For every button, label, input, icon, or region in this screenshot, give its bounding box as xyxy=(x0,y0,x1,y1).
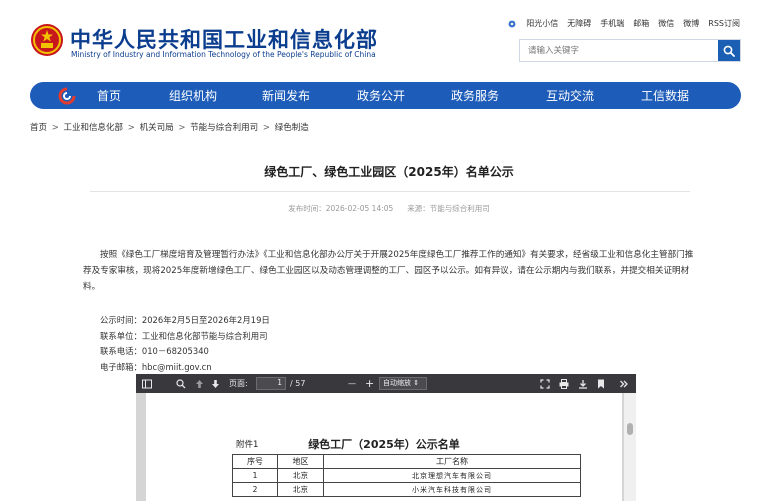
title-divider xyxy=(90,191,690,192)
tools-button[interactable] xyxy=(619,377,629,390)
breadcrumb-ministry[interactable]: 工业和信息化部 xyxy=(64,123,124,133)
cell-region: 北京 xyxy=(277,482,324,497)
contact-email: 电子邮箱：hbc@miit.gov.cn xyxy=(100,361,212,372)
download-icon xyxy=(579,379,587,389)
header-factory-name: 工厂名称 xyxy=(323,454,581,469)
toplink-wechat[interactable]: 微信 xyxy=(658,18,674,29)
breadcrumb-home[interactable]: 首页 xyxy=(30,123,47,133)
search-icon xyxy=(723,45,735,57)
pdf-scrollbar[interactable] xyxy=(624,393,636,501)
factory-table: 序号 地区 工厂名称 1 北京 北京理想汽车有限公司 2 北京 小米汽车科技有限… xyxy=(232,454,581,497)
page-total: / 57 xyxy=(290,379,306,388)
top-links: 阳光小信 无障碍 手机端 邮箱 微信 微博 RSS订阅 xyxy=(507,18,740,29)
header-region: 地区 xyxy=(277,454,324,469)
print-icon xyxy=(559,378,569,389)
breadcrumb: 首页 > 工业和信息化部 > 机关司局 > 节能与综合利用司 > 绿色制造 xyxy=(30,123,309,133)
cell-factory-name: 小米汽车科技有限公司 xyxy=(323,482,581,497)
contact-info: 公示时间：2026年2月5日至2026年2月19日 联系单位：工业和信息化部节能… xyxy=(100,313,270,375)
zoom-select[interactable]: 自动缩放 ⇕ xyxy=(379,377,427,390)
site-title-english: Ministry of Industry and Information Tec… xyxy=(71,50,376,59)
toplink-rss[interactable]: RSS订阅 xyxy=(708,18,740,29)
table-row: 1 北京 北京理想汽车有限公司 xyxy=(232,468,581,483)
page-number-input[interactable]: 1 xyxy=(256,377,286,390)
site-header: 中华人民共和国工业和信息化部 Ministry of Industry and … xyxy=(0,0,778,80)
main-nav: 首页 组织机构 新闻发布 政务公开 政务服务 互动交流 工信数据 xyxy=(30,82,741,109)
bookmark-icon xyxy=(598,379,604,388)
print-button[interactable] xyxy=(559,377,569,390)
article-meta: 发布时间：2026-02-05 14:05 来源：节能与综合利用司 xyxy=(0,203,778,214)
nav-government-affairs[interactable]: 政务公开 xyxy=(357,87,405,104)
document-title: 绿色工厂（2025年）公示名单 xyxy=(308,438,460,451)
table-header-row: 序号 地区 工厂名称 xyxy=(232,454,581,469)
toplink-sunshine[interactable]: 阳光小信 xyxy=(526,18,558,29)
nav-organization[interactable]: 组织机构 xyxy=(169,87,217,104)
contact-unit: 联系单位：工业和信息化部节能与综合利用司 xyxy=(100,330,268,341)
double-chevron-right-icon xyxy=(620,380,628,387)
page-label: 页面: xyxy=(229,379,248,388)
header-index: 序号 xyxy=(232,454,278,469)
fullscreen-icon xyxy=(540,378,550,389)
toplink-weibo[interactable]: 微博 xyxy=(683,18,699,29)
nav-interaction[interactable]: 互动交流 xyxy=(546,87,594,104)
search-button[interactable] xyxy=(718,40,740,61)
article-source: 来源：节能与综合利用司 xyxy=(407,204,490,213)
cell-index: 1 xyxy=(232,468,278,483)
nav-news[interactable]: 新闻发布 xyxy=(262,87,310,104)
national-emblem-icon xyxy=(31,24,63,56)
breadcrumb-energy-dept[interactable]: 节能与综合利用司 xyxy=(190,123,258,133)
cell-region: 北京 xyxy=(277,468,324,483)
sidebar-toggle-button[interactable] xyxy=(142,377,152,390)
next-page-button[interactable] xyxy=(211,377,220,390)
arrow-down-icon xyxy=(212,379,219,388)
breadcrumb-green-manufacturing[interactable]: 绿色制造 xyxy=(275,123,309,133)
pdf-toolbar: 页面: 1 / 57 — + 自动缩放 ⇕ xyxy=(136,374,636,393)
find-button[interactable] xyxy=(176,377,186,390)
notice-period: 公示时间：2026年2月5日至2026年2月19日 xyxy=(100,315,270,325)
download-button[interactable] xyxy=(578,377,588,390)
contact-phone: 联系电话：010－68205340 xyxy=(100,346,209,356)
zoom-out-button[interactable]: — xyxy=(348,377,356,390)
breadcrumb-departments[interactable]: 机关司局 xyxy=(140,123,174,133)
scrollbar-thumb[interactable] xyxy=(627,423,633,435)
search-icon xyxy=(176,378,186,388)
search-input[interactable] xyxy=(520,40,718,61)
toplink-accessibility[interactable]: 无障碍 xyxy=(567,18,591,29)
cell-index: 2 xyxy=(232,482,278,497)
toplink-mobile[interactable]: 手机端 xyxy=(600,18,624,29)
nav-data[interactable]: 工信数据 xyxy=(641,87,689,104)
zoom-in-button[interactable]: + xyxy=(365,377,374,390)
nav-government-services[interactable]: 政务服务 xyxy=(451,87,499,104)
nav-home[interactable]: 首页 xyxy=(97,87,121,104)
pdf-page: 附件1 绿色工厂（2025年）公示名单 序号 地区 工厂名称 1 北京 北京理想… xyxy=(146,393,622,501)
miit-logo-icon xyxy=(58,87,76,105)
toplink-mail[interactable]: 邮箱 xyxy=(633,18,649,29)
article-body: 按照《绿色工厂梯度培育及管理暂行办法》《工业和信息化部办公厅关于开展2025年度… xyxy=(83,250,694,292)
article-title: 绿色工厂、绿色工业园区（2025年）名单公示 xyxy=(264,165,514,179)
previous-page-button[interactable] xyxy=(195,377,204,390)
zoom-value: 自动缩放 xyxy=(383,379,411,387)
table-row: 2 北京 小米汽车科技有限公司 xyxy=(232,482,581,497)
sidebar-icon xyxy=(142,379,152,388)
bookmark-button[interactable] xyxy=(597,377,605,390)
pdf-viewer: 页面: 1 / 57 — + 自动缩放 ⇕ 附件1 绿色工厂（2025年）公示名… xyxy=(136,374,636,501)
search-box xyxy=(519,39,741,62)
select-arrows-icon: ⇕ xyxy=(413,379,420,387)
cell-factory-name: 北京理想汽车有限公司 xyxy=(323,468,581,483)
arrow-up-icon xyxy=(196,379,203,388)
publish-time: 发布时间：2026-02-05 14:05 xyxy=(288,204,394,213)
presentation-mode-button[interactable] xyxy=(540,377,550,390)
sunshine-icon xyxy=(508,20,516,27)
